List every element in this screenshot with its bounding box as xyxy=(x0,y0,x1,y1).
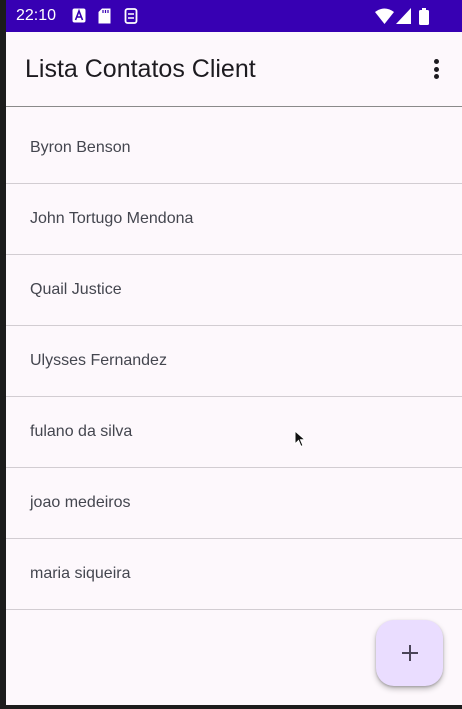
contact-name: fulano da silva xyxy=(30,423,133,440)
contact-name: Ulysses Fernandez xyxy=(30,352,167,369)
contact-list-item[interactable]: Quail Justice xyxy=(6,255,462,326)
page-title: Lista Contatos Client xyxy=(25,55,256,83)
more-vert-icon[interactable] xyxy=(424,56,448,82)
device-frame: 22:10 Lista Contatos Client Byron Benson… xyxy=(0,0,462,709)
contact-list: Byron Benson John Tortugo Mendona Quail … xyxy=(6,113,462,610)
sim-icon xyxy=(124,8,138,24)
contact-list-item[interactable]: Byron Benson xyxy=(6,113,462,184)
contact-name: Quail Justice xyxy=(30,281,122,298)
contact-name: John Tortugo Mendona xyxy=(30,210,194,227)
accessibility-icon xyxy=(72,8,86,23)
status-bar: 22:10 xyxy=(6,0,462,32)
wifi-icon xyxy=(375,8,394,24)
top-app-bar: Lista Contatos Client xyxy=(6,32,462,107)
cellular-signal-icon xyxy=(396,8,411,24)
plus-icon xyxy=(401,645,418,661)
contact-list-item[interactable]: John Tortugo Mendona xyxy=(6,184,462,255)
mouse-cursor-icon xyxy=(294,430,306,448)
device-bottom-edge xyxy=(0,705,462,709)
contact-list-item[interactable]: fulano da silva xyxy=(6,397,462,468)
contact-name: Byron Benson xyxy=(30,139,131,156)
contact-list-item[interactable]: Ulysses Fernandez xyxy=(6,326,462,397)
contact-list-item[interactable]: joao medeiros xyxy=(6,468,462,539)
sd-card-icon xyxy=(98,8,111,24)
contact-name: joao medeiros xyxy=(30,494,131,511)
battery-icon xyxy=(419,8,429,25)
contact-name: maria siqueira xyxy=(30,565,131,582)
contact-list-item[interactable]: maria siqueira xyxy=(6,539,462,610)
status-time: 22:10 xyxy=(16,7,57,24)
add-contact-button[interactable] xyxy=(376,620,443,686)
app-screen: 22:10 Lista Contatos Client Byron Benson… xyxy=(6,0,462,705)
